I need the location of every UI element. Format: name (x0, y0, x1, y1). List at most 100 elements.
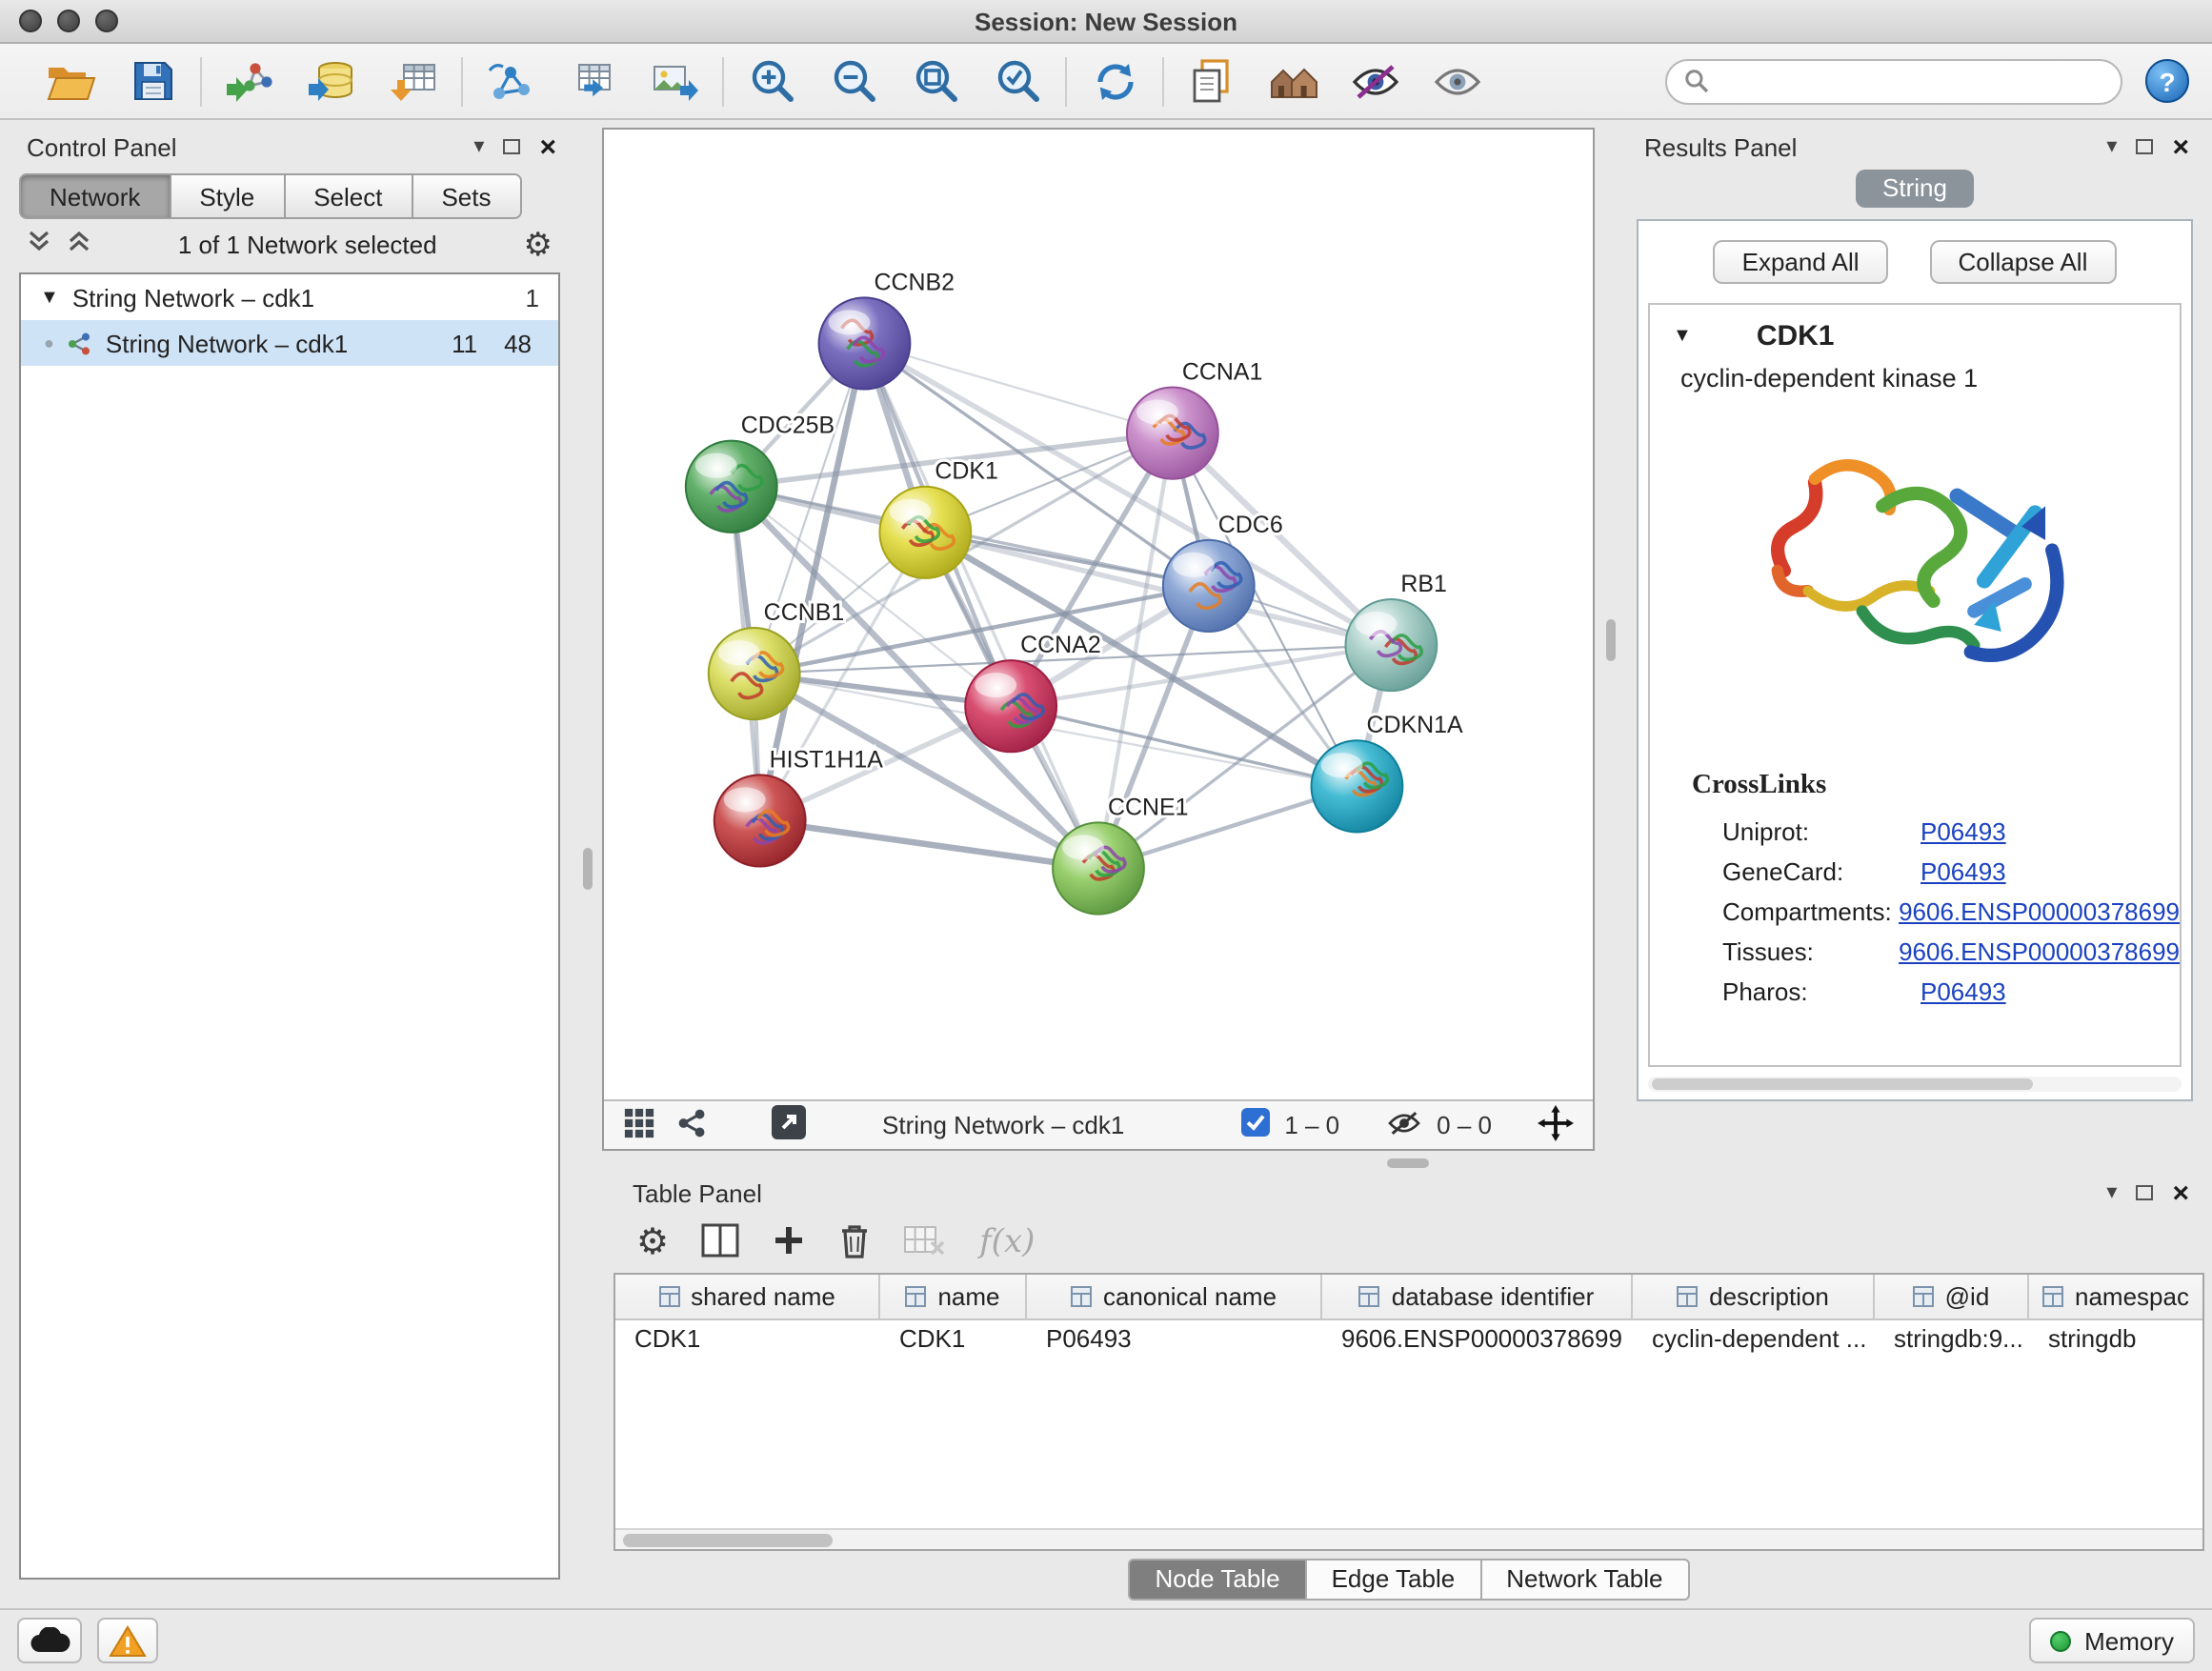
zoom-out-button[interactable] (827, 56, 880, 106)
new-network-button[interactable] (484, 56, 537, 106)
close-panel-icon[interactable]: × (2172, 132, 2189, 161)
help-button[interactable]: ? (2145, 59, 2189, 103)
scrollbar-thumb[interactable] (1652, 1078, 2033, 1090)
delete-column-trash-icon[interactable] (838, 1220, 871, 1264)
cell-canonical-name[interactable]: P06493 (1027, 1320, 1322, 1362)
tab-sets[interactable]: Sets (412, 173, 521, 219)
network-canvas[interactable]: CCNB2CCNA1CDC25BCDK1CDC6RB1CCNB1CCNA2CDK… (604, 130, 1593, 1099)
network-node-rb1[interactable]: RB1 (1346, 571, 1447, 691)
crosslink-pharos-link[interactable]: P06493 (1920, 977, 2006, 1006)
crosslink-genecard-link[interactable]: P06493 (1920, 857, 2006, 886)
table-horizontal-scrollbar[interactable] (615, 1528, 2202, 1549)
float-panel-icon[interactable] (2136, 139, 2153, 154)
panel-menu-icon[interactable]: ▾ (2106, 1182, 2117, 1203)
crosslink-uniprot-link[interactable]: P06493 (1920, 817, 2006, 846)
network-node-ccnb2[interactable]: CCNB2 (819, 269, 955, 389)
column-header-namespace[interactable]: namespac (2029, 1275, 2202, 1319)
cell-id[interactable]: stringdb:9... (1875, 1320, 2029, 1362)
save-session-button[interactable] (126, 56, 179, 106)
hide-details-eye-slash-button[interactable] (1349, 56, 1402, 106)
new-table-button[interactable] (566, 56, 619, 106)
refresh-button[interactable] (1088, 56, 1141, 106)
copy-document-button[interactable] (1185, 56, 1238, 106)
tab-node-table[interactable]: Node Table (1128, 1558, 1306, 1600)
close-window-button[interactable] (19, 10, 42, 32)
column-header-id[interactable]: @id (1875, 1275, 2029, 1319)
cell-database-identifier[interactable]: 9606.ENSP00000378699 (1322, 1320, 1633, 1362)
tab-select[interactable]: Select (285, 173, 412, 219)
open-in-new-window-icon[interactable] (770, 1103, 808, 1147)
import-table-file-button[interactable] (387, 56, 440, 106)
zoom-in-button[interactable] (745, 56, 798, 106)
zoom-fit-button[interactable] (909, 56, 962, 106)
cell-description[interactable]: cyclin-dependent ... (1633, 1320, 1875, 1362)
memory-button[interactable]: Memory (2029, 1618, 2195, 1663)
splitter-network-results[interactable] (1595, 128, 1625, 1151)
results-tab-string[interactable]: String (1856, 170, 1974, 208)
move-crosshair-icon[interactable] (1538, 1104, 1574, 1146)
cell-namespace[interactable]: stringdb (2029, 1320, 2202, 1362)
collapse-all-icon[interactable] (27, 229, 51, 259)
import-network-file-button[interactable] (223, 56, 276, 106)
network-collection-row[interactable]: ▼ String Network – cdk1 1 (21, 274, 558, 320)
float-panel-icon[interactable] (2136, 1185, 2153, 1200)
splitter-grip[interactable] (582, 847, 592, 889)
network-node-cdk1[interactable]: CDK1 (879, 458, 997, 578)
close-panel-icon[interactable]: × (2172, 1178, 2189, 1207)
network-row-selected[interactable]: ● String Network – cdk1 11 48 (21, 320, 558, 366)
warnings-button[interactable] (97, 1618, 158, 1663)
hidden-eye-slash-icon[interactable] (1385, 1108, 1423, 1142)
crosslink-tissues-link[interactable]: 9606.ENSP00000378699 (1899, 937, 2180, 966)
zoom-selected-button[interactable] (991, 56, 1044, 106)
tab-network[interactable]: Network (19, 173, 171, 219)
close-panel-icon[interactable]: × (539, 132, 556, 161)
export-image-button[interactable] (648, 56, 701, 106)
network-node-hist1h1a[interactable]: HIST1H1A (714, 746, 883, 866)
section-collapse-icon[interactable]: ▼ (1673, 326, 1692, 347)
network-node-ccna1[interactable]: CCNA1 (1127, 358, 1262, 478)
cell-shared-name[interactable]: CDK1 (615, 1320, 880, 1362)
selected-checkbox-icon[interactable] (1240, 1107, 1271, 1143)
tab-network-table[interactable]: Network Table (1481, 1558, 1689, 1600)
collapse-all-button[interactable]: Collapse All (1930, 240, 2117, 284)
splitter-grip[interactable] (1386, 1158, 1428, 1167)
open-session-button[interactable] (44, 56, 97, 106)
column-header-canonical-name[interactable]: canonical name (1027, 1275, 1322, 1319)
panel-menu-icon[interactable]: ▾ (473, 136, 484, 157)
float-panel-icon[interactable] (503, 139, 520, 154)
crosslink-compartments-link[interactable]: 9606.ENSP00000378699 (1899, 897, 2180, 926)
maximize-window-button[interactable] (95, 10, 118, 32)
show-columns-icon[interactable] (701, 1222, 739, 1262)
scrollbar-thumb[interactable] (623, 1533, 833, 1546)
grid-view-icon[interactable] (623, 1106, 655, 1144)
tab-style[interactable]: Style (171, 173, 285, 219)
cell-name[interactable]: CDK1 (880, 1320, 1027, 1362)
collection-expand-icon[interactable]: ▼ (40, 287, 59, 308)
splitter-control-network[interactable] (572, 128, 602, 1608)
show-details-eye-button[interactable] (1431, 56, 1484, 106)
minimize-window-button[interactable] (57, 10, 80, 32)
expand-all-icon[interactable] (67, 229, 91, 259)
search-input[interactable] (1720, 65, 2103, 97)
network-edge[interactable] (760, 820, 1098, 868)
cloud-status-button[interactable] (17, 1618, 82, 1663)
network-edge[interactable] (864, 343, 1098, 868)
network-node-cdkn1a[interactable]: CDKN1A (1312, 712, 1463, 832)
tab-edge-table[interactable]: Edge Table (1307, 1558, 1482, 1600)
network-edge[interactable] (864, 343, 1172, 433)
table-settings-gear-icon[interactable]: ⚙ (636, 1224, 669, 1260)
column-header-shared-name[interactable]: shared name (615, 1275, 880, 1319)
network-options-gear-icon[interactable]: ⚙ (524, 228, 553, 260)
expand-all-button[interactable]: Expand All (1714, 240, 1888, 284)
houses-icon-button[interactable] (1267, 56, 1320, 106)
column-header-name[interactable]: name (880, 1275, 1027, 1319)
add-column-icon[interactable] (772, 1222, 806, 1262)
import-network-database-button[interactable] (305, 56, 358, 106)
splitter-table-panel[interactable] (602, 1151, 2212, 1174)
table-row[interactable]: CDK1 CDK1 P06493 9606.ENSP00000378699 cy… (615, 1320, 2202, 1362)
panel-menu-icon[interactable]: ▾ (2106, 136, 2117, 157)
results-horizontal-scrollbar[interactable] (1648, 1077, 2182, 1092)
column-header-database-identifier[interactable]: database identifier (1322, 1275, 1633, 1319)
column-header-description[interactable]: description (1633, 1275, 1875, 1319)
network-node-cdc25b[interactable]: CDC25B (686, 413, 835, 533)
